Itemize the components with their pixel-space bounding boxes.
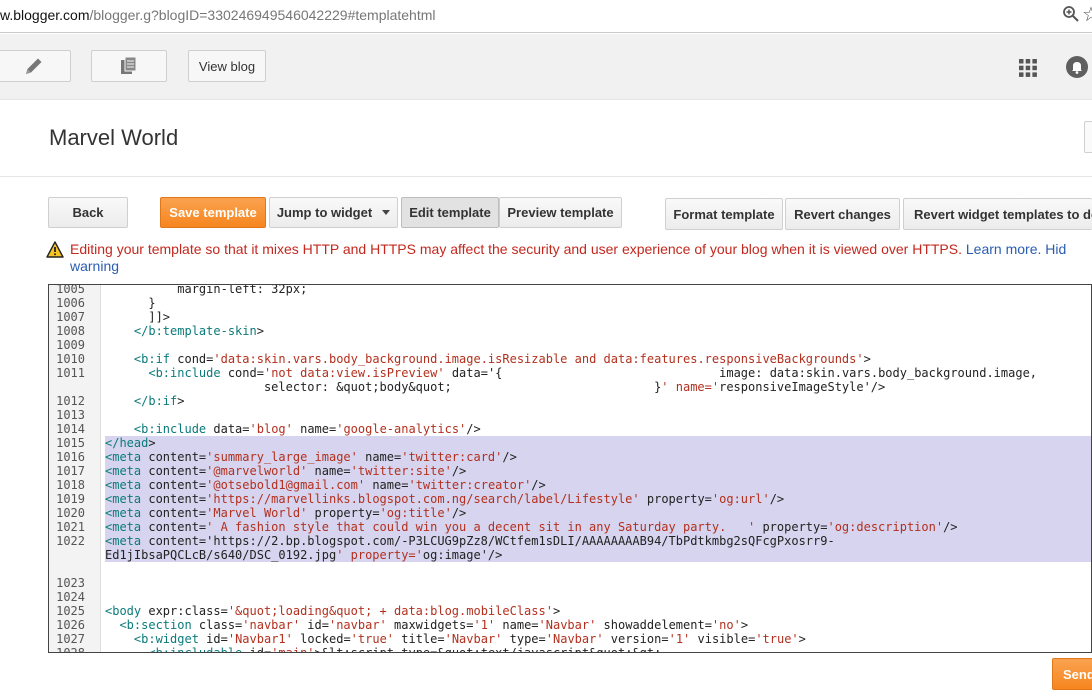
save-template-button[interactable]: Save template — [160, 197, 266, 228]
hide-warning-link-end[interactable]: warning — [70, 258, 119, 275]
blog-title-bar: Marvel World — [0, 101, 1092, 177]
line-number: 1006 — [56, 296, 85, 310]
line-number: 1028 — [56, 646, 85, 653]
https-warning: Editing your template so that it mixes H… — [46, 240, 1092, 276]
code-line[interactable]: <b:includable id='main'>&lt;script type=… — [105, 646, 661, 652]
code-line[interactable]: selector: &quot;body&quot; }' name='resp… — [105, 380, 885, 394]
blogger-toolbar: View blog — [0, 34, 1092, 100]
line-number: 1024 — [56, 590, 85, 604]
jump-to-widget-dropdown[interactable]: Jump to widget — [269, 197, 398, 228]
view-blog-button[interactable]: View blog — [188, 50, 266, 82]
code-line[interactable]: <b:include data='blog' name='google-anal… — [105, 422, 481, 436]
code-line[interactable]: <body expr:class='&quot;loading&quot; + … — [105, 604, 560, 618]
code-line[interactable]: <meta content='@marvelworld' name='twitt… — [105, 464, 466, 478]
preview-template-tab[interactable]: Preview template — [499, 197, 622, 228]
code-line[interactable]: <meta content='summary_large_image' name… — [105, 450, 517, 464]
code-line[interactable]: ]]> — [105, 310, 170, 324]
code-line[interactable]: <b:section class='navbar' id='navbar' ma… — [105, 618, 748, 632]
line-number: 1026 — [56, 618, 85, 632]
code-line[interactable]: </b:if> — [105, 394, 185, 408]
new-post-button[interactable] — [0, 50, 71, 82]
code-line[interactable]: } — [105, 296, 155, 310]
jump-to-widget-label: Jump to widget — [276, 205, 373, 220]
bell-glyph — [1072, 62, 1082, 74]
line-number: 1005 — [56, 284, 85, 296]
send-feedback-button[interactable]: Send — [1052, 658, 1092, 690]
code-line[interactable]: <b:include cond='not data:view.isPreview… — [105, 366, 1037, 380]
code-line[interactable]: <b:widget id='Navbar1' locked='true' tit… — [105, 632, 806, 646]
hide-warning-link-start[interactable]: Hid — [1045, 241, 1066, 257]
warning-triangle-icon — [46, 241, 64, 258]
line-number: 1008 — [56, 324, 85, 338]
line-number: 1009 — [56, 338, 85, 352]
code-line[interactable]: </b:template-skin> — [105, 324, 264, 338]
code-line[interactable]: </head> — [105, 436, 156, 450]
line-number: 1015 — [56, 436, 85, 450]
code-line[interactable]: margin-left: 32px; — [105, 285, 307, 296]
code-line[interactable]: <meta content=' A fashion style that cou… — [105, 520, 958, 534]
code-line[interactable]: <meta content='Marvel World' property='o… — [105, 506, 466, 520]
zoom-icon[interactable] — [1062, 5, 1080, 25]
apps-grid-icon[interactable] — [1018, 58, 1038, 78]
revert-widget-templates-button[interactable]: Revert widget templates to defa — [903, 198, 1092, 230]
code-line[interactable]: <b:if cond='data:skin.vars.body_backgrou… — [105, 352, 871, 366]
line-number: 1016 — [56, 450, 85, 464]
line-number: 1025 — [56, 604, 85, 618]
address-bar[interactable]: w.blogger.com/blogger.g?blogID=330246949… — [0, 0, 1092, 33]
notifications-bell-icon[interactable] — [1066, 56, 1088, 78]
line-number: 1011 — [56, 366, 85, 380]
format-template-button[interactable]: Format template — [665, 198, 783, 230]
warning-text: Editing your template so that it mixes H… — [70, 241, 962, 257]
bookmark-star-icon[interactable]: ☆ — [1082, 2, 1092, 27]
line-number: 1019 — [56, 492, 85, 506]
code-line[interactable]: <meta content='@otsebold1@gmail.com' nam… — [105, 478, 546, 492]
line-number: 1007 — [56, 310, 85, 324]
chevron-down-icon — [382, 210, 391, 215]
line-number: 1020 — [56, 506, 85, 520]
line-number: 1010 — [56, 352, 85, 366]
learn-more-link[interactable]: Learn more. — [966, 241, 1041, 257]
line-number: 1027 — [56, 632, 85, 646]
url-host: w.blogger.com — [0, 7, 90, 23]
pages-icon — [121, 56, 137, 74]
blog-title: Marvel World — [49, 125, 179, 150]
url-path: /blogger.g?blogID=330246949546042229#tem… — [89, 7, 436, 23]
line-number: 1023 — [56, 576, 85, 590]
back-button[interactable]: Back — [48, 197, 128, 228]
url-text[interactable]: w.blogger.com/blogger.g?blogID=330246949… — [0, 7, 436, 23]
code-line[interactable]: <meta content='https://2.bp.blogspot.com… — [105, 534, 835, 548]
posts-list-button[interactable] — [91, 50, 167, 82]
template-code-editor[interactable]: 1005 margin-left: 32px; 1006 } 1007 ]]> 100… — [48, 284, 1092, 653]
edit-template-tab[interactable]: Edit template — [401, 197, 499, 228]
line-number: 1014 — [56, 422, 85, 436]
line-number: 1013 — [56, 408, 85, 422]
pencil-icon — [25, 58, 41, 74]
warning-line: Editing your template so that it mixes H… — [70, 241, 1066, 258]
code-line[interactable]: Ed1jIbsaPQCLcB/s640/DSC_0192.jpg' proper… — [105, 548, 502, 562]
line-number: 1017 — [56, 464, 85, 478]
blog-selector-button[interactable] — [1084, 121, 1092, 153]
code-line[interactable]: <meta content='https://marvellinks.blogs… — [105, 492, 784, 506]
revert-changes-button[interactable]: Revert changes — [785, 198, 900, 230]
line-number: 1012 — [56, 394, 85, 408]
line-number: 1022 — [56, 534, 85, 548]
line-number: 1021 — [56, 520, 85, 534]
line-number: 1018 — [56, 478, 85, 492]
